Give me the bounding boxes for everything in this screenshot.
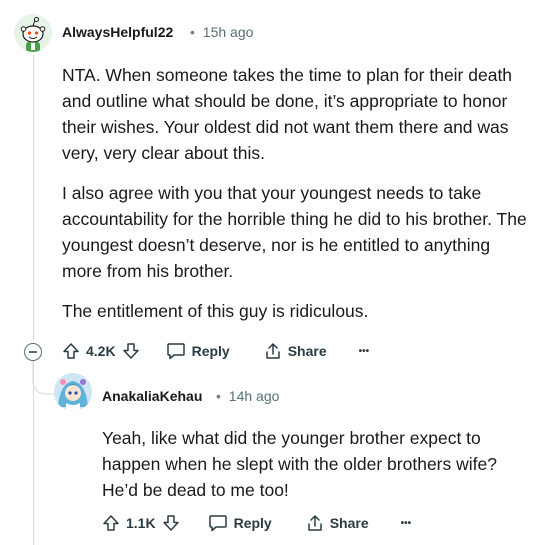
reply-share-button[interactable]: Share: [306, 514, 369, 532]
share-label: Share: [287, 343, 327, 359]
comment-actions: 4.2K Reply Share •••: [62, 336, 369, 366]
downvote-icon[interactable]: [162, 514, 180, 532]
reply-more-label: •••: [400, 517, 412, 529]
reply-meta-separator: •: [216, 388, 221, 404]
comment-icon: [208, 515, 227, 532]
vote-group: 4.2K: [62, 342, 140, 360]
more-label: •••: [358, 345, 370, 357]
reply-button[interactable]: Reply: [166, 342, 230, 360]
reply-label: Reply: [191, 343, 230, 359]
share-button[interactable]: Share: [264, 342, 327, 360]
downvote-icon[interactable]: [122, 342, 140, 360]
upvote-icon[interactable]: [62, 342, 80, 360]
reply-actions: 1.1K Reply Share •••: [102, 508, 411, 538]
meta-separator: •: [190, 24, 195, 40]
reply-reply-label: Reply: [233, 515, 272, 531]
share-icon: [307, 515, 322, 531]
reply-vote-group: 1.1K: [102, 514, 180, 532]
reply-meta: • 14h ago: [216, 388, 279, 404]
more-icon[interactable]: •••: [401, 518, 412, 529]
collapse-icon[interactable]: [24, 343, 42, 361]
comment-meta: • 15h ago: [190, 24, 253, 40]
comment-icon: [166, 343, 185, 360]
upvote-icon[interactable]: [102, 514, 120, 532]
reply-author[interactable]: AnakaliaKehau: [102, 388, 202, 404]
reply-timestamp[interactable]: 14h ago: [229, 388, 280, 404]
comment-paragraph-2: I also agree with you that your youngest…: [62, 183, 527, 281]
comment-timestamp[interactable]: 15h ago: [203, 24, 254, 40]
more-icon[interactable]: •••: [359, 346, 370, 357]
comment-author[interactable]: AlwaysHelpful22: [62, 24, 173, 40]
anime-avatar[interactable]: [54, 373, 92, 411]
reply-reply-button[interactable]: Reply: [208, 514, 272, 532]
share-icon: [265, 343, 280, 359]
reply-paragraph-1: Yeah, like what did the younger brother …: [102, 428, 497, 500]
thread-line-main: [33, 55, 34, 340]
snoo-avatar[interactable]: [14, 14, 52, 52]
reply-share-label: Share: [329, 515, 369, 531]
comment-paragraph-3: The entitlement of this guy is ridiculou…: [62, 301, 369, 321]
comment-paragraph-1: NTA. When someone takes the time to plan…: [62, 65, 513, 163]
reply-upvote-count: 1.1K: [126, 515, 156, 531]
upvote-count: 4.2K: [86, 343, 116, 359]
